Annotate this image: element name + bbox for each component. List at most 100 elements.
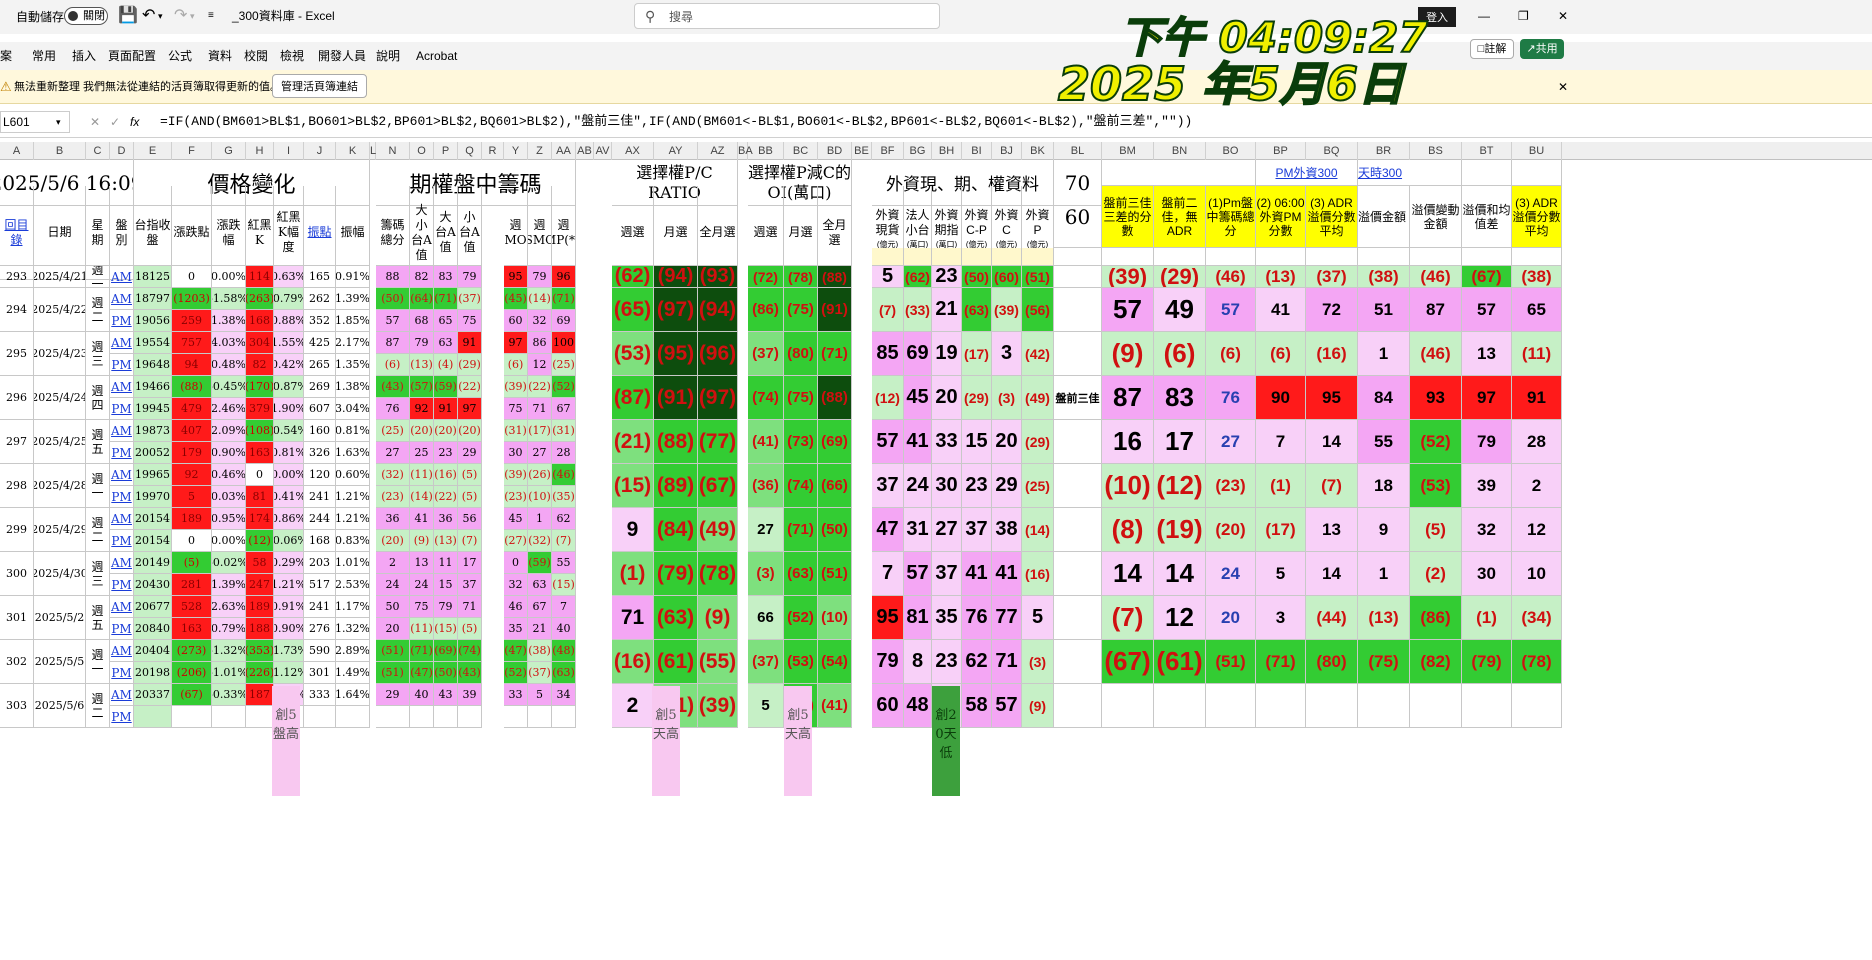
data-cell[interactable]: -1.73% bbox=[274, 640, 304, 662]
data-cell[interactable]: (20) bbox=[376, 530, 410, 552]
score-cell[interactable]: 39 bbox=[1462, 464, 1512, 508]
data-cell[interactable]: (13) bbox=[410, 354, 434, 376]
data-cell[interactable]: 0.60% bbox=[336, 464, 370, 486]
score-column-name[interactable]: 盤前二佳，無ADR bbox=[1154, 186, 1206, 248]
foreign-cell[interactable]: 3 bbox=[992, 332, 1022, 376]
column-header[interactable]: F bbox=[172, 142, 212, 160]
foreign-cell[interactable]: (14) bbox=[1022, 508, 1054, 552]
row-date[interactable]: 2025/4/25 bbox=[34, 420, 86, 464]
score-cell[interactable] bbox=[1462, 684, 1512, 728]
foreign-cell[interactable]: (7) bbox=[872, 288, 904, 332]
data-cell[interactable]: 0.29% bbox=[274, 552, 304, 574]
data-cell[interactable]: 27 bbox=[528, 442, 552, 464]
data-cell[interactable]: (35) bbox=[552, 486, 576, 508]
data-cell[interactable]: 63 bbox=[434, 332, 458, 354]
row-number[interactable]: 299 bbox=[0, 508, 34, 552]
score-column-name[interactable]: 溢價金額 bbox=[1358, 186, 1410, 248]
cell[interactable] bbox=[1206, 248, 1256, 266]
data-cell[interactable] bbox=[504, 706, 528, 728]
foreign-cell[interactable]: 33 bbox=[932, 420, 962, 464]
p-minus-c-cell[interactable]: (41) bbox=[748, 420, 784, 464]
column-header[interactable]: BB bbox=[748, 142, 784, 160]
data-cell[interactable]: 168 bbox=[246, 310, 274, 332]
score-cell[interactable]: (75) bbox=[1358, 640, 1410, 684]
cell[interactable] bbox=[612, 248, 654, 266]
score-cell[interactable]: (12) bbox=[1154, 464, 1206, 508]
ribbon-tab[interactable]: 公式 bbox=[168, 46, 192, 66]
data-cell[interactable]: (14) bbox=[528, 288, 552, 310]
data-cell[interactable]: 0.48% bbox=[212, 354, 246, 376]
data-cell[interactable]: 36 bbox=[434, 508, 458, 530]
data-cell[interactable]: (6) bbox=[376, 354, 410, 376]
score-cell[interactable]: 13 bbox=[1306, 508, 1358, 552]
foreign-cell[interactable]: (49) bbox=[1022, 376, 1054, 420]
ribbon-tab[interactable]: 插入 bbox=[72, 46, 96, 66]
data-cell[interactable]: 88 bbox=[376, 266, 410, 288]
cancel-icon[interactable]: ✕ bbox=[90, 112, 100, 132]
session-link[interactable]: AM bbox=[110, 464, 134, 486]
data-cell[interactable]: 2.17% bbox=[336, 332, 370, 354]
row-number[interactable]: 301 bbox=[0, 596, 34, 640]
foreign-cell[interactable]: 41 bbox=[962, 552, 992, 596]
column-header[interactable]: AX bbox=[612, 142, 654, 160]
cell[interactable] bbox=[1512, 248, 1562, 266]
cell[interactable] bbox=[34, 248, 86, 266]
score-cell[interactable]: 79 bbox=[1462, 420, 1512, 464]
score-cell[interactable]: 27 bbox=[1206, 420, 1256, 464]
data-cell[interactable]: 1.38% bbox=[336, 376, 370, 398]
session-link[interactable]: PM bbox=[110, 486, 134, 508]
data-cell[interactable]: 34 bbox=[552, 684, 576, 706]
data-cell[interactable]: (12) bbox=[246, 530, 274, 552]
score-cell[interactable]: 13 bbox=[1462, 332, 1512, 376]
data-cell[interactable]: 28 bbox=[552, 442, 576, 464]
pc-ratio-cell[interactable]: (94) bbox=[654, 266, 698, 288]
data-cell[interactable]: 0.81% bbox=[274, 442, 304, 464]
data-cell[interactable]: (71) bbox=[410, 640, 434, 662]
foreign-cell[interactable]: 37 bbox=[872, 464, 904, 508]
data-cell[interactable]: -1.58% bbox=[212, 288, 246, 310]
data-cell[interactable]: 32 bbox=[528, 310, 552, 332]
session-link[interactable]: AM bbox=[110, 596, 134, 618]
data-cell[interactable]: (46) bbox=[552, 464, 576, 486]
ribbon-tab[interactable]: 案 bbox=[0, 46, 12, 66]
data-cell[interactable]: 1.63% bbox=[336, 442, 370, 464]
data-cell[interactable]: -1.01% bbox=[212, 662, 246, 684]
data-cell[interactable]: 479 bbox=[172, 398, 212, 420]
data-cell[interactable]: (51) bbox=[376, 640, 410, 662]
foreign-cell[interactable]: 15 bbox=[962, 420, 992, 464]
data-cell[interactable]: 1.32% bbox=[336, 618, 370, 640]
data-cell[interactable]: 1.01% bbox=[336, 552, 370, 574]
data-cell[interactable]: (22) bbox=[458, 376, 482, 398]
score-cell[interactable]: 14 bbox=[1154, 552, 1206, 596]
foreign-cell[interactable]: 41 bbox=[904, 420, 932, 464]
data-cell[interactable]: 46 bbox=[504, 596, 528, 618]
data-cell[interactable]: 163 bbox=[246, 442, 274, 464]
session-link[interactable]: AM bbox=[110, 420, 134, 442]
data-cell[interactable]: (47) bbox=[504, 640, 528, 662]
pc-ratio-cell[interactable]: (55) bbox=[698, 640, 738, 684]
pc-ratio-cell[interactable]: (87) bbox=[612, 376, 654, 420]
foreign-cell[interactable]: 35 bbox=[932, 596, 962, 640]
row-date[interactable]: 2025/5/6 bbox=[34, 684, 86, 728]
row-date[interactable]: 2025/4/23 bbox=[34, 332, 86, 376]
data-cell[interactable]: 23 bbox=[434, 442, 458, 464]
tianshi-link[interactable]: 天時300 bbox=[1358, 160, 1462, 186]
session-link[interactable]: AM bbox=[110, 376, 134, 398]
data-cell[interactable]: 91 bbox=[434, 398, 458, 420]
score-cell[interactable]: 87 bbox=[1410, 288, 1462, 332]
column-header[interactable]: Q bbox=[458, 142, 482, 160]
data-cell[interactable]: (25) bbox=[552, 354, 576, 376]
score-cell[interactable]: (38) bbox=[1358, 266, 1410, 288]
data-cell[interactable]: (39) bbox=[504, 464, 528, 486]
score-cell[interactable]: 57 bbox=[1462, 288, 1512, 332]
p-minus-c-cell[interactable]: (88) bbox=[818, 266, 852, 288]
data-cell[interactable]: 2.53% bbox=[336, 574, 370, 596]
score-cell[interactable]: 76 bbox=[1206, 376, 1256, 420]
cell[interactable] bbox=[784, 248, 818, 266]
data-cell[interactable]: (88) bbox=[172, 376, 212, 398]
data-cell[interactable]: 174 bbox=[246, 508, 274, 530]
data-cell[interactable]: (5) bbox=[458, 486, 482, 508]
data-cell[interactable]: 20154 bbox=[134, 530, 172, 552]
p-minus-c-cell[interactable]: (52) bbox=[784, 596, 818, 640]
data-cell[interactable]: 11 bbox=[434, 552, 458, 574]
